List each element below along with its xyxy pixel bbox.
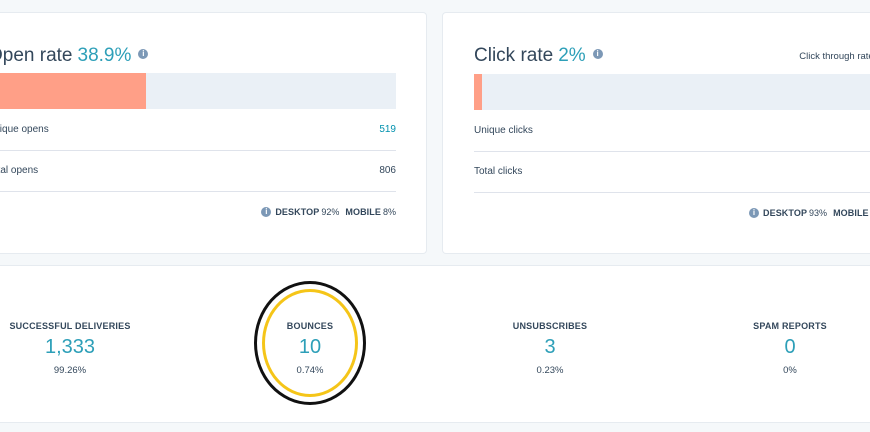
open-rate-bar-fill (0, 73, 146, 109)
info-icon[interactable]: i (261, 206, 272, 217)
click-rate-label: Click rate (474, 45, 554, 66)
desktop-value: 92% (321, 207, 340, 217)
highlight-circle-inner (262, 289, 358, 397)
click-rate-card: Click rate2% i Click through rate 5.2% Un… (443, 13, 870, 253)
mobile-value: 8% (382, 207, 396, 217)
stat-percent: 0% (783, 365, 797, 376)
total-opens-label: Total opens (0, 165, 39, 176)
open-device-breakdown: i DESKTOP 92% MOBILE 8% (261, 206, 396, 218)
stat-value: 1,333 (44, 336, 96, 358)
stat-label: SUCCESSFUL DELIVERIES (9, 321, 131, 331)
stat-successful-deliveries[interactable]: SUCCESSFUL DELIVERIES 1,333 99.26% (0, 321, 170, 376)
open-rate-title: Open rate38.9% i (0, 45, 149, 67)
desktop-label: DESKTOP (763, 208, 808, 218)
stat-percent: 99.26% (53, 365, 87, 376)
stat-percent: 0.23% (536, 365, 564, 376)
click-device-breakdown: i DESKTOP 93% MOBILE (749, 207, 869, 219)
desktop-label: DESKTOP (275, 207, 320, 217)
unique-opens-label: Unique opens (0, 124, 49, 135)
info-icon[interactable]: i (138, 48, 149, 59)
stat-label: SPAM REPORTS (753, 321, 827, 331)
unique-clicks-label: Unique clicks (474, 125, 533, 136)
stat-label: UNSUBSCRIBES (512, 321, 588, 331)
unique-opens-row: Unique opens 519 (0, 109, 396, 151)
click-rate-title: Click rate 2% i (474, 45, 603, 67)
click-rate-bar-fill (474, 74, 482, 110)
total-opens-value: 806 (379, 165, 396, 176)
total-opens-row: Total opens 806 (0, 150, 396, 192)
unique-clicks-row: Unique clicks (474, 110, 870, 152)
stat-value: 0 (784, 336, 796, 358)
click-through-rate: Click through rate 5.2% (799, 51, 870, 62)
stat-spam-reports[interactable]: SPAM REPORTS 0 0% (690, 321, 870, 376)
total-clicks-label: Total clicks (474, 166, 523, 177)
open-rate-bar (0, 73, 396, 109)
open-rate-label: Open rate (0, 45, 73, 66)
unique-opens-value[interactable]: 519 (379, 124, 396, 135)
info-icon[interactable]: i (749, 207, 759, 218)
mobile-label: MOBILE (833, 208, 869, 218)
stat-unsubscribes[interactable]: UNSUBSCRIBES 3 0.23% (450, 321, 650, 376)
click-rate-value: 2% (558, 45, 586, 66)
desktop-value: 93% (809, 208, 828, 218)
total-clicks-row: Total clicks (474, 151, 870, 193)
mobile-label: MOBILE (345, 207, 381, 217)
open-rate-value: 38.9% (77, 45, 132, 66)
click-rate-bar (474, 74, 870, 110)
open-rate-card: Open rate38.9% i Unique opens 519 Total o… (0, 13, 426, 253)
stat-value: 3 (544, 336, 556, 358)
info-icon[interactable]: i (592, 48, 603, 59)
